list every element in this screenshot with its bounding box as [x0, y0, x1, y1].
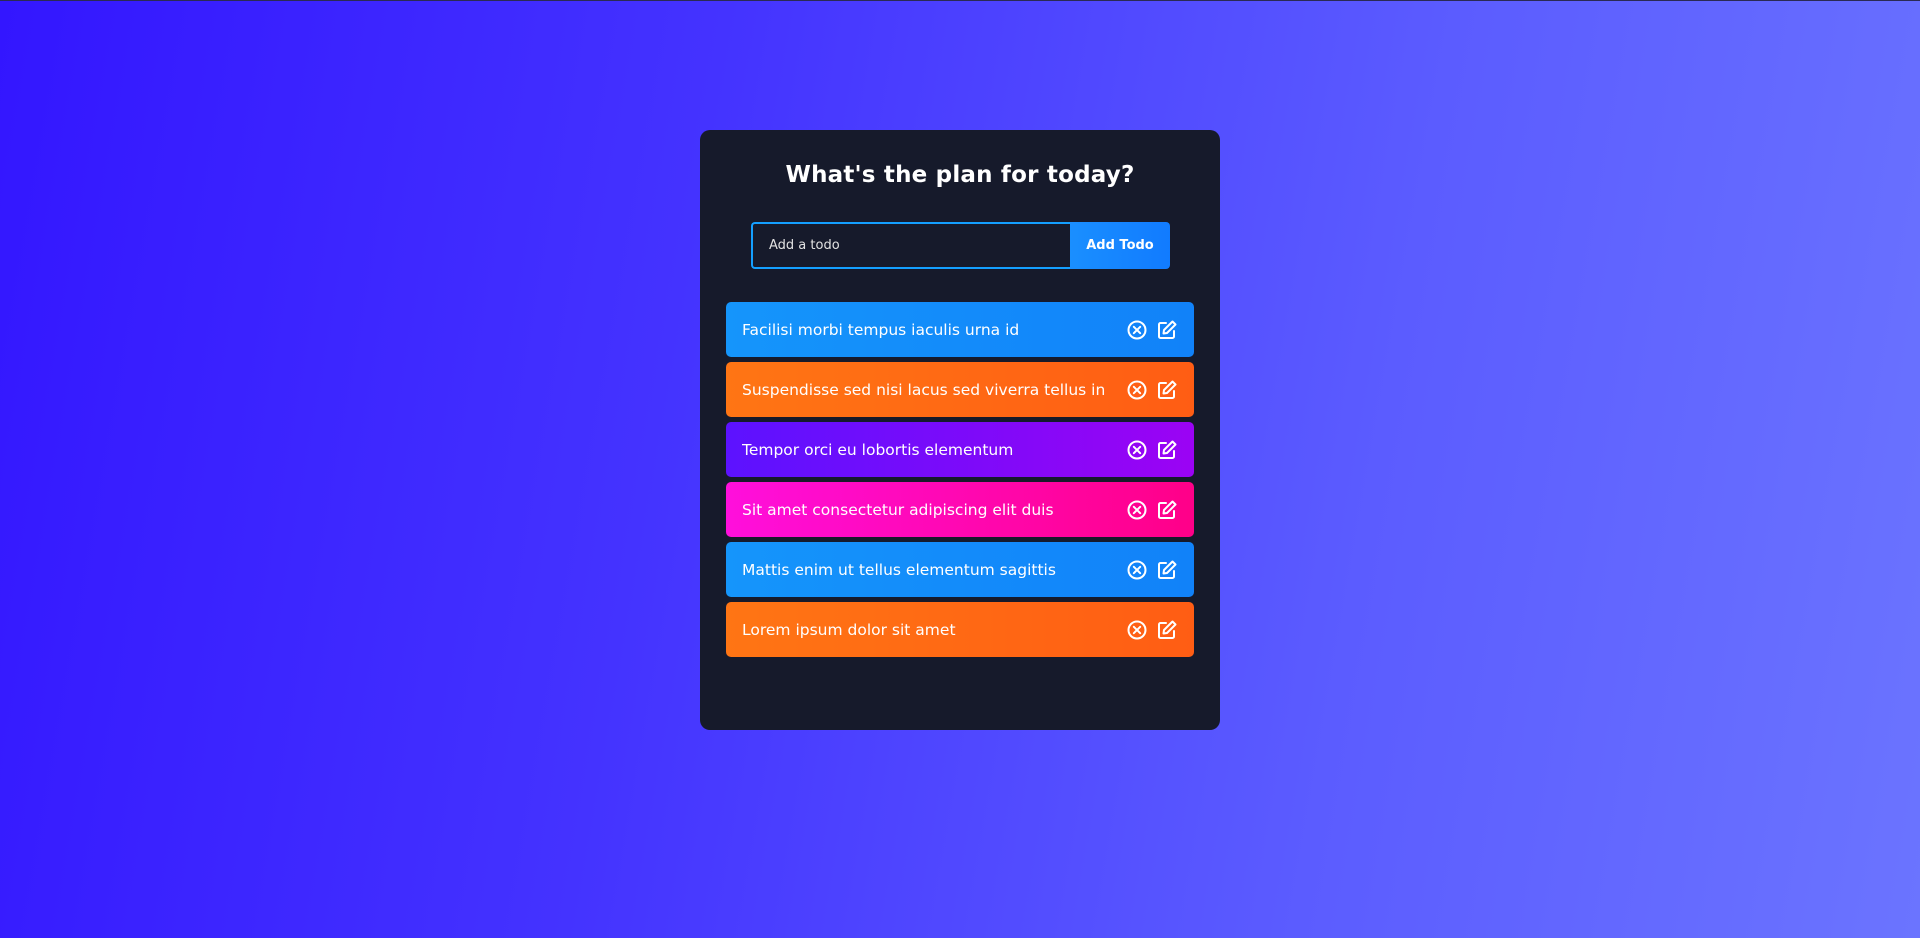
todo-actions: [1126, 559, 1178, 581]
todo-actions: [1126, 379, 1178, 401]
edit-icon[interactable]: [1156, 439, 1178, 461]
todo-actions: [1126, 619, 1178, 641]
top-border: [0, 0, 1920, 1]
todo-actions: [1126, 319, 1178, 341]
add-todo-button[interactable]: Add Todo: [1070, 222, 1170, 269]
todo-list: Facilisi morbi tempus iaculis urna id Su…: [726, 302, 1194, 662]
edit-icon[interactable]: [1156, 499, 1178, 521]
edit-icon[interactable]: [1156, 559, 1178, 581]
todo-item: Lorem ipsum dolor sit amet: [726, 602, 1194, 657]
todo-text[interactable]: Lorem ipsum dolor sit amet: [742, 621, 956, 639]
edit-icon[interactable]: [1156, 619, 1178, 641]
close-circle-icon[interactable]: [1126, 619, 1148, 641]
todo-item: Sit amet consectetur adipiscing elit dui…: [726, 482, 1194, 537]
todo-text[interactable]: Suspendisse sed nisi lacus sed viverra t…: [742, 381, 1105, 399]
todo-form: Add Todo: [751, 222, 1170, 269]
todo-text[interactable]: Tempor orci eu lobortis elementum: [742, 441, 1013, 459]
todo-app: What's the plan for today? Add Todo Faci…: [700, 130, 1220, 730]
todo-text[interactable]: Sit amet consectetur adipiscing elit dui…: [742, 501, 1054, 519]
todo-actions: [1126, 439, 1178, 461]
todo-item: Tempor orci eu lobortis elementum: [726, 422, 1194, 477]
todo-item: Mattis enim ut tellus elementum sagittis: [726, 542, 1194, 597]
todo-input[interactable]: [751, 222, 1070, 269]
close-circle-icon[interactable]: [1126, 499, 1148, 521]
page-title: What's the plan for today?: [785, 162, 1135, 188]
edit-icon[interactable]: [1156, 319, 1178, 341]
todo-item: Suspendisse sed nisi lacus sed viverra t…: [726, 362, 1194, 417]
close-circle-icon[interactable]: [1126, 559, 1148, 581]
todo-item: Facilisi morbi tempus iaculis urna id: [726, 302, 1194, 357]
todo-text[interactable]: Facilisi morbi tempus iaculis urna id: [742, 321, 1019, 339]
edit-icon[interactable]: [1156, 379, 1178, 401]
todo-text[interactable]: Mattis enim ut tellus elementum sagittis: [742, 561, 1056, 579]
close-circle-icon[interactable]: [1126, 439, 1148, 461]
todo-actions: [1126, 499, 1178, 521]
close-circle-icon[interactable]: [1126, 319, 1148, 341]
close-circle-icon[interactable]: [1126, 379, 1148, 401]
